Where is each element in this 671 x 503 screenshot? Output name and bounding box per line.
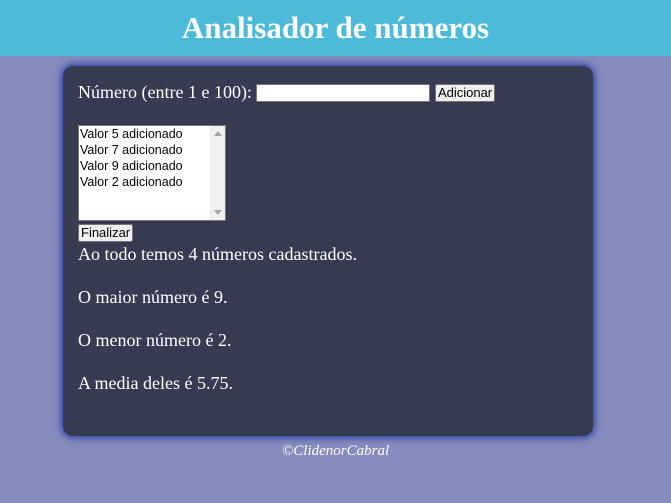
page-title: Analisador de números [181, 10, 490, 45]
scroll-down-icon[interactable] [214, 210, 222, 215]
list-item[interactable]: Valor 9 adicionado [80, 158, 225, 174]
number-input[interactable] [255, 83, 430, 102]
scroll-up-icon[interactable] [214, 131, 222, 136]
page-header: Analisador de números [0, 0, 671, 56]
result-max: O maior número é 9. [78, 287, 228, 307]
values-listbox[interactable]: Valor 5 adicionado Valor 7 adicionado Va… [78, 125, 226, 221]
result-avg: A media deles é 5.75. [78, 373, 233, 393]
values-list: Valor 5 adicionado Valor 7 adicionado Va… [79, 126, 225, 190]
list-item[interactable]: Valor 5 adicionado [80, 126, 225, 142]
analyzer-panel: Número (entre 1 e 100): Adicionar Valor … [63, 66, 593, 436]
list-item[interactable]: Valor 2 adicionado [80, 174, 225, 190]
list-item[interactable]: Valor 7 adicionado [80, 142, 225, 158]
result-min: O menor número é 2. [78, 330, 232, 350]
results: Ao todo temos 4 números cadastrados. O m… [78, 244, 578, 393]
result-total: Ao todo temos 4 números cadastrados. [78, 244, 357, 264]
number-label: Número (entre 1 e 100): [78, 82, 252, 102]
add-button[interactable]: Adicionar [434, 83, 496, 102]
finish-button[interactable]: Finalizar [78, 224, 134, 242]
number-form: Número (entre 1 e 100): Adicionar [78, 82, 578, 103]
footer-credit: ©ClidenorCabral [281, 443, 390, 459]
listbox-scrollbar[interactable] [210, 126, 225, 220]
